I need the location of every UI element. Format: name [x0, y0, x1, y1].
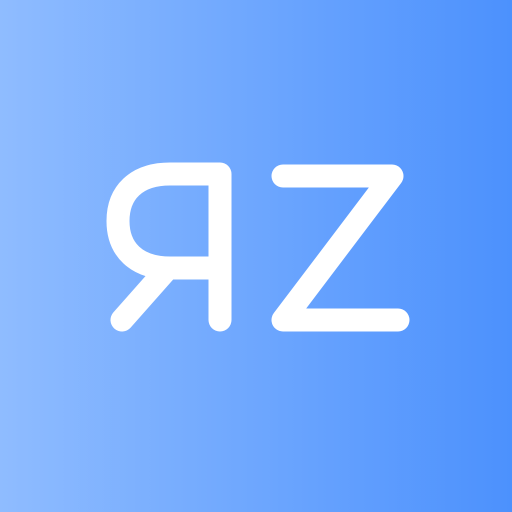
letter-ya-glyph: [106, 162, 232, 332]
rz-logo-mark: [106, 162, 410, 332]
letter-z-glyph: [271, 164, 410, 332]
app-icon: [0, 0, 512, 512]
